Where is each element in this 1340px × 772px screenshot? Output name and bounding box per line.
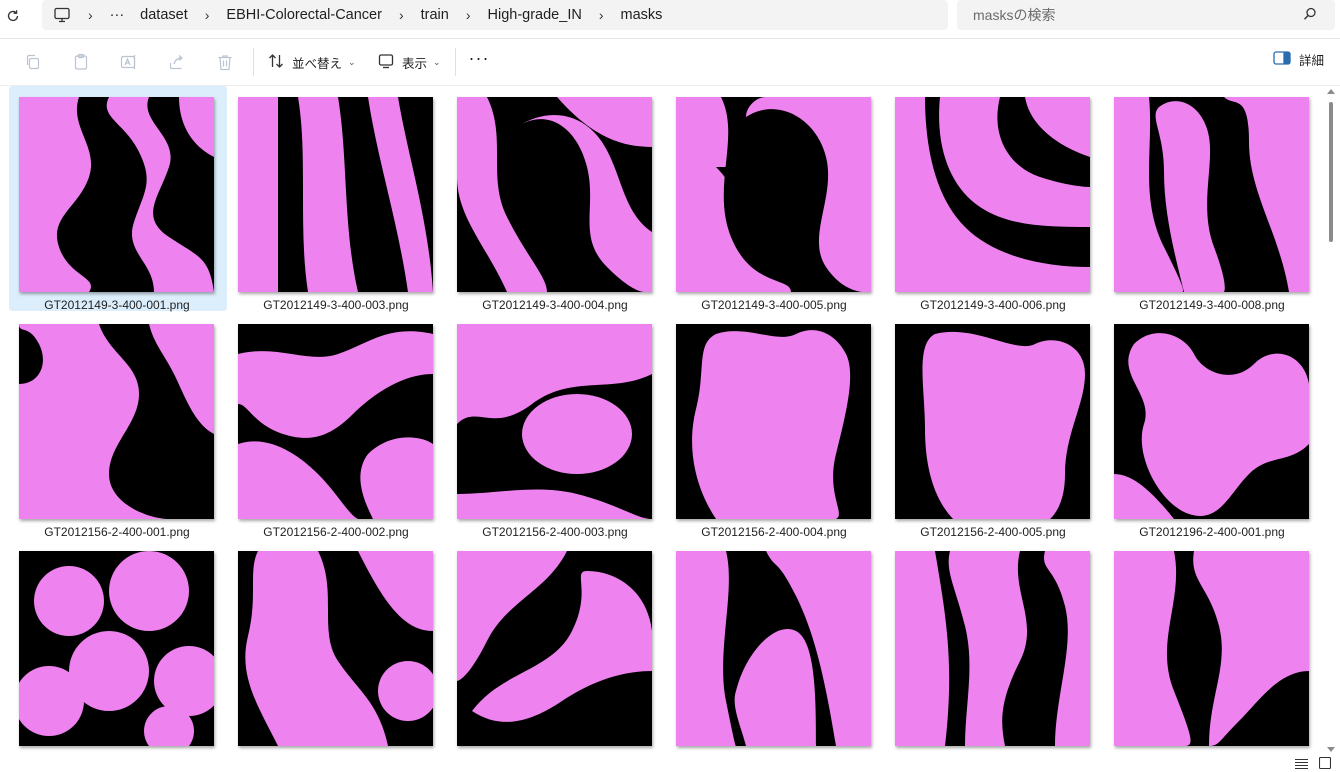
file-tile[interactable] [1104, 540, 1322, 765]
search-box[interactable]: masksの検索 [957, 0, 1335, 30]
toolbar-divider [455, 48, 456, 76]
mask-thumbnail [1114, 97, 1309, 292]
mask-thumbnail [1114, 551, 1309, 746]
chevron-right-icon: › [398, 7, 404, 23]
file-tile[interactable] [885, 540, 1103, 765]
file-tile[interactable] [447, 540, 665, 765]
paste-icon[interactable] [71, 52, 91, 72]
search-icon[interactable] [1303, 7, 1319, 23]
scroll-down-arrow-icon[interactable] [1327, 747, 1335, 752]
breadcrumb-high-grade[interactable]: High-grade_IN [488, 7, 582, 23]
file-name: GT2012149-3-400-005.png [701, 298, 847, 312]
file-name: GT2012156-2-400-005.png [920, 525, 1066, 539]
delete-icon[interactable] [215, 52, 235, 72]
file-grid: GT2012149-3-400-001.png GT2012149-3-400-0… [0, 86, 1328, 772]
chevron-right-icon: › [204, 7, 210, 23]
search-input[interactable]: masksの検索 [973, 5, 1055, 25]
file-name: GT2012149-3-400-001.png [44, 298, 190, 312]
vertical-scrollbar[interactable] [1326, 86, 1336, 756]
breadcrumb-dataset[interactable]: dataset [140, 7, 188, 23]
file-name: GT2012156-2-400-001.png [44, 525, 190, 539]
mask-thumbnail [1114, 324, 1309, 519]
file-tile[interactable]: GT2012149-3-400-005.png [666, 86, 884, 312]
view-label: 表示 [402, 56, 428, 71]
chevron-right-icon: › [88, 7, 93, 23]
chevron-right-icon: › [598, 7, 604, 23]
file-tile[interactable]: GT2012149-3-400-008.png [1104, 86, 1322, 312]
file-tile[interactable]: GT2012156-2-400-003.png [447, 313, 665, 539]
file-tile[interactable] [9, 540, 227, 765]
mask-thumbnail [895, 551, 1090, 746]
file-tile[interactable] [666, 540, 884, 765]
file-tile[interactable] [228, 540, 446, 765]
scrollbar-thumb[interactable] [1329, 102, 1333, 242]
file-tile[interactable]: GT2012156-2-400-002.png [228, 313, 446, 539]
view-icon [378, 53, 394, 72]
file-tile[interactable]: GT2012156-2-400-005.png [885, 313, 1103, 539]
file-name: GT2012149-3-400-006.png [920, 298, 1066, 312]
sort-button[interactable]: 並べ替え ⌄ [268, 50, 356, 74]
scroll-up-arrow-icon[interactable] [1327, 89, 1335, 94]
file-tile[interactable]: GT2012149-3-400-006.png [885, 86, 1103, 312]
mask-thumbnail [238, 551, 433, 746]
mask-thumbnail [238, 97, 433, 292]
file-name: GT2012156-2-400-002.png [263, 525, 409, 539]
address-bar: › ··· dataset › EBHI-Colorectal-Cancer ›… [0, 0, 1340, 39]
mask-thumbnail [457, 551, 652, 746]
mask-thumbnail [676, 97, 871, 292]
file-name: GT2012156-2-400-003.png [482, 525, 628, 539]
file-tile[interactable]: GT2012196-2-400-001.png [1104, 313, 1322, 539]
rename-icon[interactable] [119, 52, 139, 72]
mask-thumbnail [895, 324, 1090, 519]
details-pane-button[interactable]: 詳細 [1273, 50, 1324, 69]
file-tile[interactable]: GT2012149-3-400-004.png [447, 86, 665, 312]
details-view-icon[interactable] [1294, 756, 1308, 770]
file-tile[interactable]: GT2012149-3-400-001.png [9, 86, 227, 312]
mask-thumbnail [895, 97, 1090, 292]
mask-thumbnail [457, 97, 652, 292]
this-pc-icon[interactable] [53, 5, 73, 25]
file-name: GT2012149-3-400-008.png [1139, 298, 1285, 312]
file-name: GT2012149-3-400-003.png [263, 298, 409, 312]
chevron-right-icon: › [465, 7, 471, 23]
details-pane-icon [1273, 51, 1291, 68]
copy-icon[interactable] [23, 52, 43, 72]
command-bar: 並べ替え ⌄ 表示 ⌄ ··· 詳細 [0, 39, 1340, 86]
file-tile[interactable]: GT2012149-3-400-003.png [228, 86, 446, 312]
details-label: 詳細 [1298, 54, 1324, 68]
refresh-icon[interactable] [3, 6, 23, 26]
breadcrumb-train[interactable]: train [421, 7, 449, 23]
file-tile[interactable]: GT2012156-2-400-004.png [666, 313, 884, 539]
large-icons-view-icon[interactable] [1318, 756, 1332, 770]
breadcrumb-overflow[interactable]: ··· [110, 7, 125, 23]
chevron-down-icon: ⌄ [433, 56, 441, 67]
toolbar-divider [253, 48, 254, 76]
mask-thumbnail [676, 551, 871, 746]
mask-thumbnail [19, 97, 214, 292]
mask-thumbnail [19, 551, 214, 746]
breadcrumb-ebhi[interactable]: EBHI-Colorectal-Cancer [226, 7, 382, 23]
mask-thumbnail [676, 324, 871, 519]
file-name: GT2012149-3-400-004.png [482, 298, 628, 312]
mask-thumbnail [238, 324, 433, 519]
file-name: GT2012156-2-400-004.png [701, 525, 847, 539]
mask-thumbnail [19, 324, 214, 519]
file-tile[interactable]: GT2012156-2-400-001.png [9, 313, 227, 539]
sort-label: 並べ替え [292, 56, 343, 71]
mask-thumbnail [457, 324, 652, 519]
breadcrumb-masks[interactable]: masks [621, 7, 663, 23]
view-button[interactable]: 表示 ⌄ [378, 50, 441, 74]
more-options-button[interactable]: ··· [467, 49, 491, 71]
breadcrumb[interactable]: › ··· dataset › EBHI-Colorectal-Cancer ›… [42, 0, 948, 30]
file-name: GT2012196-2-400-001.png [1139, 525, 1285, 539]
chevron-down-icon: ⌄ [348, 56, 356, 67]
view-switcher [1294, 756, 1332, 770]
share-icon[interactable] [167, 52, 187, 72]
sort-icon [268, 53, 284, 72]
